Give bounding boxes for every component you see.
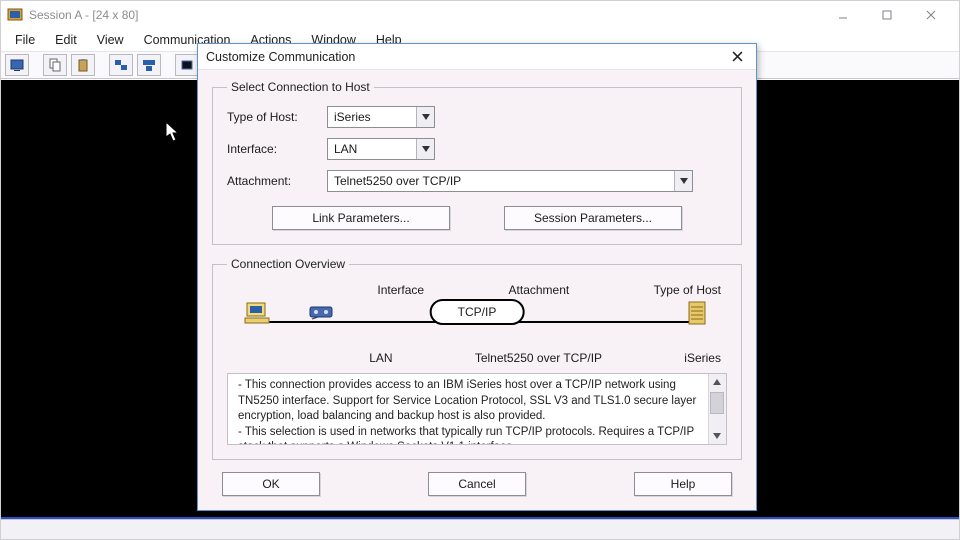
overview-lbl-host: iSeries [684, 351, 721, 365]
cancel-button[interactable]: Cancel [428, 472, 526, 496]
overview-hdr-host: Type of Host [654, 283, 721, 297]
window-controls [821, 1, 953, 29]
scrollbar[interactable] [708, 374, 726, 444]
menu-view[interactable]: View [87, 31, 134, 50]
menu-edit[interactable]: Edit [45, 31, 87, 50]
group-connection-overview-legend: Connection Overview [227, 257, 349, 271]
overview-labels: LAN Telnet5250 over TCP/IP iSeries [227, 351, 727, 365]
session-parameters-button[interactable]: Session Parameters... [504, 206, 682, 230]
minimize-button[interactable] [821, 1, 865, 29]
chevron-down-icon [416, 139, 434, 159]
app-icon [7, 7, 23, 23]
maximize-button[interactable] [865, 1, 909, 29]
type-of-host-label: Type of Host: [227, 110, 327, 124]
dialog-body: Select Connection to Host Type of Host: … [198, 70, 756, 510]
overview-lbl-interface: LAN [369, 351, 392, 365]
main-titlebar: Session A - [24 x 80] [1, 1, 959, 29]
lan-icon [307, 299, 335, 327]
overview-hdr-attachment: Attachment [509, 283, 570, 297]
menu-file[interactable]: File [5, 31, 45, 50]
overview-diagram: TCP/IP [231, 299, 723, 347]
link-parameters-button[interactable]: Link Parameters... [272, 206, 450, 230]
window-close-button[interactable] [909, 1, 953, 29]
overview-lbl-attachment: Telnet5250 over TCP/IP [475, 351, 602, 365]
attachment-label: Attachment: [227, 174, 327, 188]
overview-hdr-interface: Interface [377, 283, 424, 297]
ok-button[interactable]: OK [222, 472, 320, 496]
help-button[interactable]: Help [634, 472, 732, 496]
main-title: Session A - [24 x 80] [29, 8, 138, 22]
host-icon [683, 299, 711, 327]
tool-screen-icon[interactable] [5, 54, 29, 76]
chevron-down-icon [674, 171, 692, 191]
interface-label: Interface: [227, 142, 327, 156]
overview-desc-line1: - This connection provides access to an … [238, 378, 704, 425]
interface-value: LAN [334, 142, 357, 156]
customize-communication-dialog: Customize Communication Select Connectio… [197, 43, 757, 511]
dialog-titlebar: Customize Communication [198, 44, 756, 70]
overview-headers: Interface Attachment Type of Host [227, 283, 727, 297]
group-connection-overview: Connection Overview Interface Attachment… [212, 257, 742, 460]
attachment-pill: TCP/IP [430, 299, 525, 325]
overview-description[interactable]: - This connection provides access to an … [227, 373, 727, 445]
tool-session1-icon[interactable] [109, 54, 133, 76]
overview-desc-line2: - This selection is used in networks tha… [238, 425, 704, 445]
attachment-pill-label: TCP/IP [430, 299, 525, 325]
tool-session2-icon[interactable] [137, 54, 161, 76]
dialog-button-row: OK Cancel Help [212, 472, 742, 496]
scroll-up-icon[interactable] [708, 374, 726, 390]
scroll-down-icon[interactable] [708, 428, 726, 444]
tool-display1-icon[interactable] [175, 54, 199, 76]
attachment-value: Telnet5250 over TCP/IP [334, 174, 461, 188]
chevron-down-icon [416, 107, 434, 127]
dialog-close-button[interactable] [726, 46, 748, 68]
tool-copy-icon[interactable] [43, 54, 67, 76]
type-of-host-value: iSeries [334, 110, 371, 124]
attachment-select[interactable]: Telnet5250 over TCP/IP [327, 170, 693, 192]
group-select-connection-legend: Select Connection to Host [227, 80, 374, 94]
status-bar [1, 519, 959, 539]
interface-select[interactable]: LAN [327, 138, 435, 160]
workstation-icon [243, 299, 271, 327]
tool-paste-icon[interactable] [71, 54, 95, 76]
group-select-connection: Select Connection to Host Type of Host: … [212, 80, 742, 245]
dialog-title: Customize Communication [206, 50, 355, 64]
type-of-host-select[interactable]: iSeries [327, 106, 435, 128]
scroll-thumb[interactable] [710, 392, 724, 414]
